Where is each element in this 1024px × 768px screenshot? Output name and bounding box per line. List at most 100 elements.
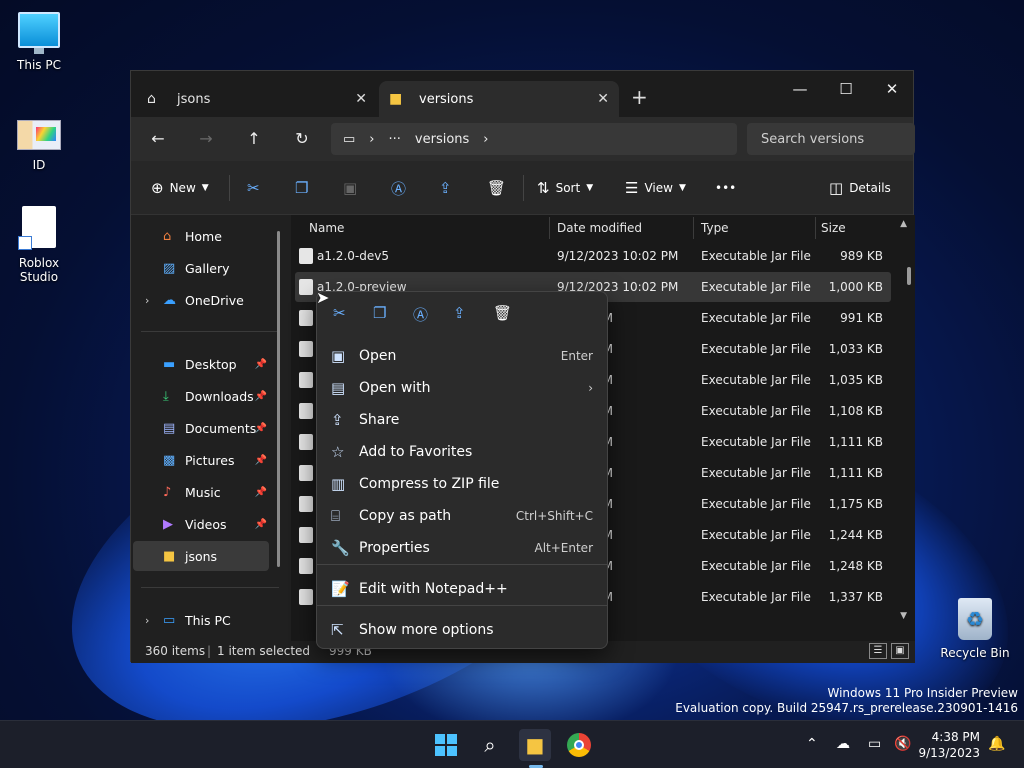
view-button[interactable]: ☰ View ▼	[625, 173, 686, 203]
pin-icon[interactable]: 📌	[255, 359, 267, 370]
copy-icon[interactable]: ❐	[373, 304, 386, 322]
notification-bell-icon[interactable]: 🔔	[988, 736, 1005, 752]
breadcrumb-ellipsis[interactable]: ···	[389, 132, 401, 147]
forward-button[interactable]: →	[191, 125, 221, 153]
nav-item-pictures[interactable]: ▩ Pictures 📌	[133, 445, 269, 475]
context-edit-notepad[interactable]: 📝 Edit with Notepad++	[321, 573, 603, 605]
file-size: 1,108 KB	[828, 404, 883, 418]
trash-icon[interactable]: 🗑	[493, 304, 512, 322]
nav-item-music[interactable]: ♪ Music 📌	[133, 477, 269, 507]
tab-close-icon[interactable]: ✕	[355, 91, 367, 107]
chrome-taskbar-button[interactable]	[563, 729, 595, 761]
breadcrumb[interactable]: ▭ › ··· versions ›	[331, 123, 737, 155]
new-button[interactable]: ⊕ New ▼	[151, 173, 209, 203]
nav-item-downloads[interactable]: ⤓ Downloads 📌	[133, 381, 269, 411]
column-divider[interactable]	[693, 217, 694, 239]
file-size: 1,111 KB	[828, 466, 883, 480]
zip-icon: ▥	[331, 475, 346, 493]
pin-icon[interactable]: 📌	[255, 487, 267, 498]
cut-button[interactable]: ✂	[247, 173, 260, 203]
desktop-icon-this-pc[interactable]: This PC	[0, 12, 79, 72]
nav-item-this-pc[interactable]: › ▭ This PC	[133, 605, 269, 635]
nav-item-videos[interactable]: ▶ Videos 📌	[133, 509, 269, 539]
file-explorer-taskbar-button[interactable]: ■	[519, 729, 551, 761]
tiles-view-icon[interactable]: ▣	[891, 643, 909, 659]
column-name[interactable]: Name	[309, 221, 344, 235]
nav-item-jsons[interactable]: ■ jsons	[133, 541, 269, 571]
nav-item-desktop[interactable]: ▬ Desktop 📌	[133, 349, 269, 379]
table-row[interactable]: a1.2.0-dev5 9/12/2023 10:02 PM Executable …	[295, 241, 891, 271]
context-open-with[interactable]: ▤ Open with ›	[321, 372, 603, 404]
context-show-more[interactable]: ⇱ Show more options	[321, 614, 603, 646]
nav-scrollbar[interactable]	[277, 231, 280, 567]
context-properties[interactable]: 🔧 Properties Alt+Enter	[321, 532, 603, 564]
start-button[interactable]	[430, 729, 462, 761]
nav-item-gallery[interactable]: ▨ Gallery	[133, 253, 269, 283]
more-options-button[interactable]: •••	[715, 173, 736, 203]
column-type[interactable]: Type	[701, 221, 729, 235]
refresh-button[interactable]: ↻	[287, 125, 317, 153]
close-button[interactable]: ✕	[869, 75, 915, 103]
command-bar: ⊕ New ▼ ✂ ❐ ▣ Ⓐ ⇪ 🗑 ⇅ Sort ▼ ☰ View ▼ ••…	[131, 161, 913, 215]
nav-item-onedrive[interactable]: › ☁ OneDrive	[133, 285, 269, 315]
minimize-button[interactable]: —	[777, 75, 823, 103]
volume-muted-icon[interactable]: 🔇	[894, 736, 911, 752]
copy-button[interactable]: ❐	[295, 173, 308, 203]
desktop-icon-id[interactable]: ID	[0, 120, 79, 172]
scroll-down-icon[interactable]: ▼	[900, 611, 907, 621]
scissors-icon[interactable]: ✂	[333, 304, 346, 322]
nav-item-documents[interactable]: ▤ Documents 📌	[133, 413, 269, 443]
chevron-right-icon[interactable]: ›	[483, 132, 488, 147]
file-type: Executable Jar File	[701, 342, 811, 356]
jar-file-icon	[299, 310, 313, 326]
back-button[interactable]: ←	[143, 125, 173, 153]
column-divider[interactable]	[549, 217, 550, 239]
context-copy-path[interactable]: ⌸ Copy as path Ctrl+Shift+C	[321, 500, 603, 532]
share-button[interactable]: ⇪	[439, 173, 452, 203]
pin-icon[interactable]: 📌	[255, 423, 267, 434]
search-button[interactable]: ⌕	[474, 729, 506, 761]
copy-path-icon: ⌸	[331, 507, 341, 525]
show-hidden-icons-button[interactable]: ⌃	[806, 736, 818, 752]
jar-file-icon	[299, 279, 313, 295]
nav-item-home[interactable]: ⌂ Home	[133, 221, 269, 251]
column-size[interactable]: Size	[821, 221, 846, 235]
chevron-right-icon[interactable]: ›	[145, 614, 149, 627]
desktop-icon-recycle-bin[interactable]: ♻ Recycle Bin	[935, 598, 1015, 660]
chevron-right-icon[interactable]: ›	[145, 294, 149, 307]
search-input[interactable]	[747, 123, 915, 155]
desktop-icon-roblox-studio[interactable]: Roblox Studio	[0, 206, 79, 284]
context-compress-zip[interactable]: ▥ Compress to ZIP file	[321, 468, 603, 500]
pin-icon[interactable]: 📌	[255, 391, 267, 402]
pin-icon[interactable]: 📌	[255, 455, 267, 466]
pin-icon[interactable]: 📌	[255, 519, 267, 530]
details-view-icon[interactable]: ☰	[869, 643, 887, 659]
breadcrumb-current[interactable]: versions	[415, 132, 469, 147]
new-tab-button[interactable]: +	[631, 85, 648, 109]
home-icon: ⌂	[147, 91, 156, 107]
context-add-favorites[interactable]: ☆ Add to Favorites	[321, 436, 603, 468]
file-list-scrollbar[interactable]	[907, 267, 911, 285]
tab-versions[interactable]: ■ versions ✕	[379, 81, 619, 117]
context-item-label: Copy as path	[359, 508, 452, 524]
rename-icon[interactable]: Ⓐ	[413, 304, 428, 325]
column-divider[interactable]	[815, 217, 816, 239]
clock[interactable]: 4:38 PM 9/13/2023	[918, 729, 980, 761]
scroll-up-icon[interactable]: ▲	[900, 219, 907, 229]
delete-button[interactable]: 🗑	[487, 173, 506, 203]
column-date[interactable]: Date modified	[557, 221, 642, 235]
context-open[interactable]: ▣ Open Enter	[321, 340, 603, 372]
sort-button[interactable]: ⇅ Sort ▼	[537, 173, 593, 203]
maximize-button[interactable]: ☐	[823, 75, 869, 103]
up-button[interactable]: ↑	[239, 125, 269, 153]
tab-jsons[interactable]: ⌂ jsons ✕	[137, 81, 377, 117]
rename-button[interactable]: Ⓐ	[391, 173, 406, 203]
tab-close-icon[interactable]: ✕	[597, 91, 609, 107]
context-share[interactable]: ⇪ Share	[321, 404, 603, 436]
nav-item-label: Gallery	[185, 260, 230, 276]
onedrive-tray-icon[interactable]: ☁	[836, 736, 850, 752]
paste-button[interactable]: ▣	[343, 173, 357, 203]
share-icon[interactable]: ⇪	[453, 304, 466, 322]
details-button[interactable]: ◫ Details	[829, 173, 891, 203]
network-icon[interactable]: ▭	[868, 736, 881, 752]
